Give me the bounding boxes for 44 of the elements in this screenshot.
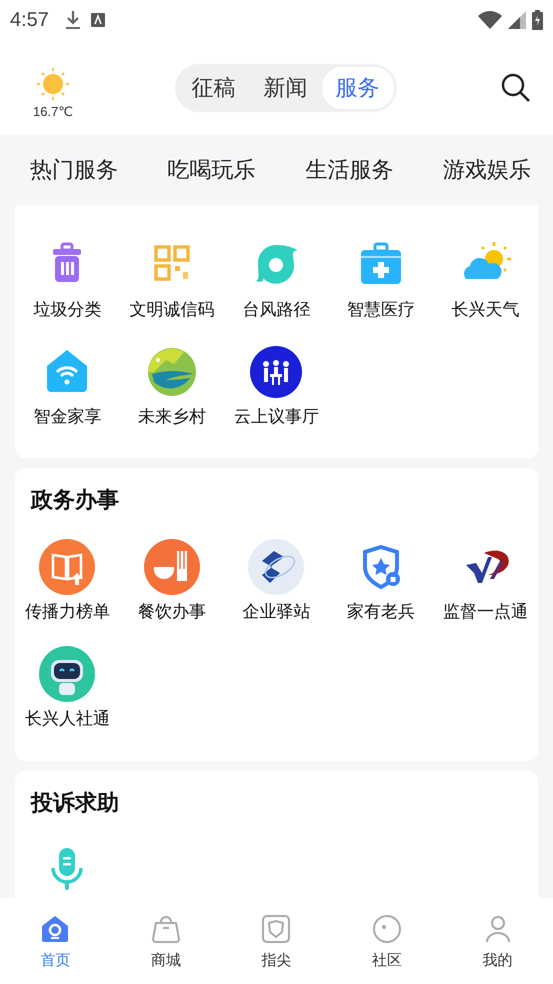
- section-title: 政务办事: [30, 486, 120, 514]
- circle-icon: [371, 912, 404, 944]
- section-title: 投诉求助: [29, 789, 120, 817]
- service-label[interactable]: 智慧医疗: [347, 299, 416, 321]
- nav-tab[interactable]: 指尖: [221, 898, 332, 984]
- service-label[interactable]: 未来乡村: [138, 406, 206, 428]
- service-label[interactable]: 长兴天气: [452, 299, 520, 321]
- service-label[interactable]: 长兴人社通: [24, 708, 110, 730]
- cube-logo-icon[interactable]: [248, 539, 304, 595]
- battery-icon: [532, 10, 543, 30]
- service-label[interactable]: 云上议事厅: [234, 406, 319, 428]
- header-tab[interactable]: 服务: [322, 66, 394, 108]
- service-label[interactable]: 餐饮办事: [138, 601, 206, 623]
- category-tab[interactable]: 热门服务: [30, 155, 118, 185]
- search-icon[interactable]: [501, 72, 531, 102]
- bowl-chopsticks-icon[interactable]: [144, 539, 200, 595]
- service-label[interactable]: 传播力榜单: [24, 601, 110, 623]
- temperature: 16.7℃: [33, 104, 73, 120]
- service-label[interactable]: 文明诚信码: [129, 299, 214, 321]
- nav-tab[interactable]: 商城: [110, 898, 222, 984]
- category-tab[interactable]: 游戏娱乐: [442, 155, 531, 185]
- service-label[interactable]: 台风路径: [242, 299, 310, 321]
- header-tab[interactable]: 新闻: [250, 66, 322, 108]
- header-tab[interactable]: 征稿: [178, 66, 250, 108]
- service-label[interactable]: 垃圾分类: [33, 299, 102, 321]
- category-tab[interactable]: 生活服务: [305, 155, 394, 185]
- clock: 4:57: [10, 8, 49, 32]
- signal-icon: [508, 11, 526, 29]
- nav-tab[interactable]: 首页: [0, 898, 111, 984]
- nav-tab[interactable]: 社区: [332, 898, 442, 984]
- sun-icon: [36, 67, 70, 101]
- shield-square-icon: [260, 912, 292, 944]
- service-label[interactable]: 家有老兵: [347, 601, 416, 623]
- category-tab[interactable]: 吃喝玩乐: [168, 155, 256, 185]
- download-icon: [64, 10, 81, 30]
- keyboard-icon: [90, 13, 105, 27]
- nav-tab[interactable]: 我的: [442, 898, 553, 984]
- book-upload-icon[interactable]: [39, 539, 96, 595]
- service-label[interactable]: 监督一点通: [443, 601, 528, 623]
- service-label[interactable]: 企业驿站: [242, 601, 310, 623]
- wifi-icon: [478, 11, 502, 29]
- people-table-icon[interactable]: [248, 344, 304, 400]
- service-label[interactable]: 智金家享: [33, 406, 102, 428]
- robot-icon[interactable]: [39, 646, 96, 702]
